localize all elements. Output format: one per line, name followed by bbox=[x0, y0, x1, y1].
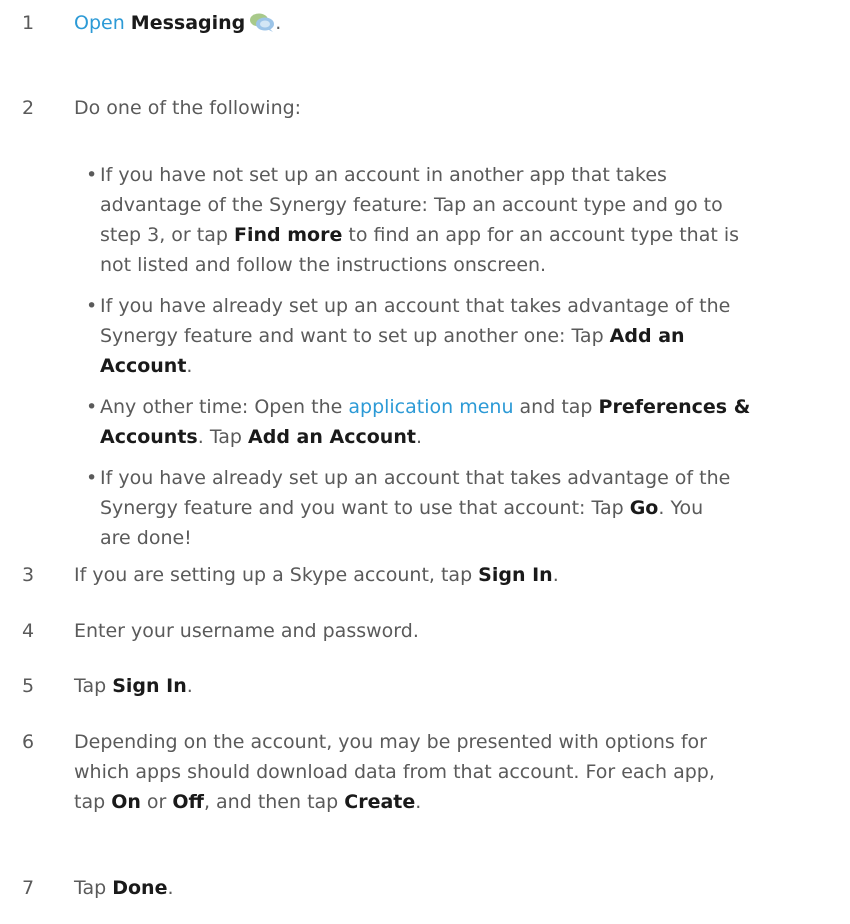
add-account-label: Add an Account bbox=[248, 426, 416, 448]
text: Any other time: Open the bbox=[100, 396, 349, 418]
step-number: 6 bbox=[22, 731, 35, 753]
line: Any other time: Open the application men… bbox=[100, 394, 750, 420]
sign-in-label: Sign In bbox=[112, 675, 187, 697]
text: If you are setting up a Skype account, t… bbox=[74, 564, 479, 586]
step-text: Open Messaging. bbox=[74, 10, 834, 36]
line: If you have not set up an account in ano… bbox=[100, 164, 667, 186]
off-label: Off bbox=[172, 791, 204, 813]
text: tap bbox=[74, 791, 112, 813]
step-number: 3 bbox=[22, 564, 35, 586]
text: and tap bbox=[513, 396, 599, 418]
bullet-dot: • bbox=[86, 396, 98, 418]
text: . bbox=[186, 355, 193, 377]
period: . bbox=[167, 877, 174, 899]
on-label: On bbox=[111, 791, 141, 813]
bullet-dot: • bbox=[86, 295, 98, 317]
line: step 3, or tap Find more to find an app … bbox=[100, 222, 739, 248]
go-label: Go bbox=[629, 497, 659, 519]
step-text: Do one of the following: bbox=[74, 97, 302, 119]
period: . bbox=[552, 564, 559, 586]
line: Accounts. Tap Add an Account. bbox=[100, 424, 422, 450]
step-text: Tap Sign In. bbox=[74, 673, 834, 699]
step-text-line: which apps should download data from tha… bbox=[74, 761, 715, 783]
line: not listed and follow the instructions o… bbox=[100, 254, 547, 276]
text: Tap bbox=[74, 675, 113, 697]
line: Account. bbox=[100, 353, 192, 379]
line: If you have already set up an account th… bbox=[100, 295, 731, 317]
create-label: Create bbox=[344, 791, 416, 813]
text: . You bbox=[658, 497, 704, 519]
text: to find an app for an account type that … bbox=[342, 224, 740, 246]
add-account-label: Add an bbox=[609, 325, 685, 347]
text: . bbox=[415, 426, 422, 448]
line: Synergy feature and you want to use that… bbox=[100, 495, 703, 521]
messaging-icon bbox=[249, 12, 275, 32]
text: Tap bbox=[74, 877, 113, 899]
sign-in-label: Sign In bbox=[478, 564, 553, 586]
text: Synergy feature and want to set up anoth… bbox=[100, 325, 610, 347]
step-text: Tap Done. bbox=[74, 875, 834, 901]
period: . bbox=[275, 12, 282, 34]
application-menu-link[interactable]: application menu bbox=[348, 396, 513, 418]
step-text: If you are setting up a Skype account, t… bbox=[74, 562, 834, 588]
find-more-label: Find more bbox=[233, 224, 343, 246]
text: . Tap bbox=[197, 426, 249, 448]
text: Synergy feature and you want to use that… bbox=[100, 497, 630, 519]
add-account-label: Account bbox=[100, 355, 187, 377]
preferences-label: Preferences & bbox=[598, 396, 751, 418]
step-number: 5 bbox=[22, 675, 35, 697]
messaging-label: Messaging bbox=[130, 12, 246, 34]
step-text-line: Depending on the account, you may be pre… bbox=[74, 731, 707, 753]
step-number: 2 bbox=[22, 97, 35, 119]
step-number: 1 bbox=[22, 12, 35, 34]
text: or bbox=[140, 791, 173, 813]
open-link[interactable]: Open bbox=[74, 12, 125, 34]
done-label: Done bbox=[112, 877, 168, 899]
line: Synergy feature and want to set up anoth… bbox=[100, 323, 685, 349]
step-number: 4 bbox=[22, 620, 35, 642]
line: are done! bbox=[100, 527, 192, 549]
period: . bbox=[415, 791, 422, 813]
accounts-label: Accounts bbox=[100, 426, 198, 448]
step-text: Enter your username and password. bbox=[74, 620, 419, 642]
step-text-line: tap On or Off, and then tap Create. bbox=[74, 789, 834, 815]
line: If you have already set up an account th… bbox=[100, 467, 731, 489]
step-number: 7 bbox=[22, 877, 35, 899]
text: , and then tap bbox=[203, 791, 345, 813]
bullet-dot: • bbox=[86, 467, 98, 489]
line: advantage of the Synergy feature: Tap an… bbox=[100, 194, 723, 216]
bullet-dot: • bbox=[86, 164, 98, 186]
text: step 3, or tap bbox=[100, 224, 234, 246]
period: . bbox=[186, 675, 193, 697]
